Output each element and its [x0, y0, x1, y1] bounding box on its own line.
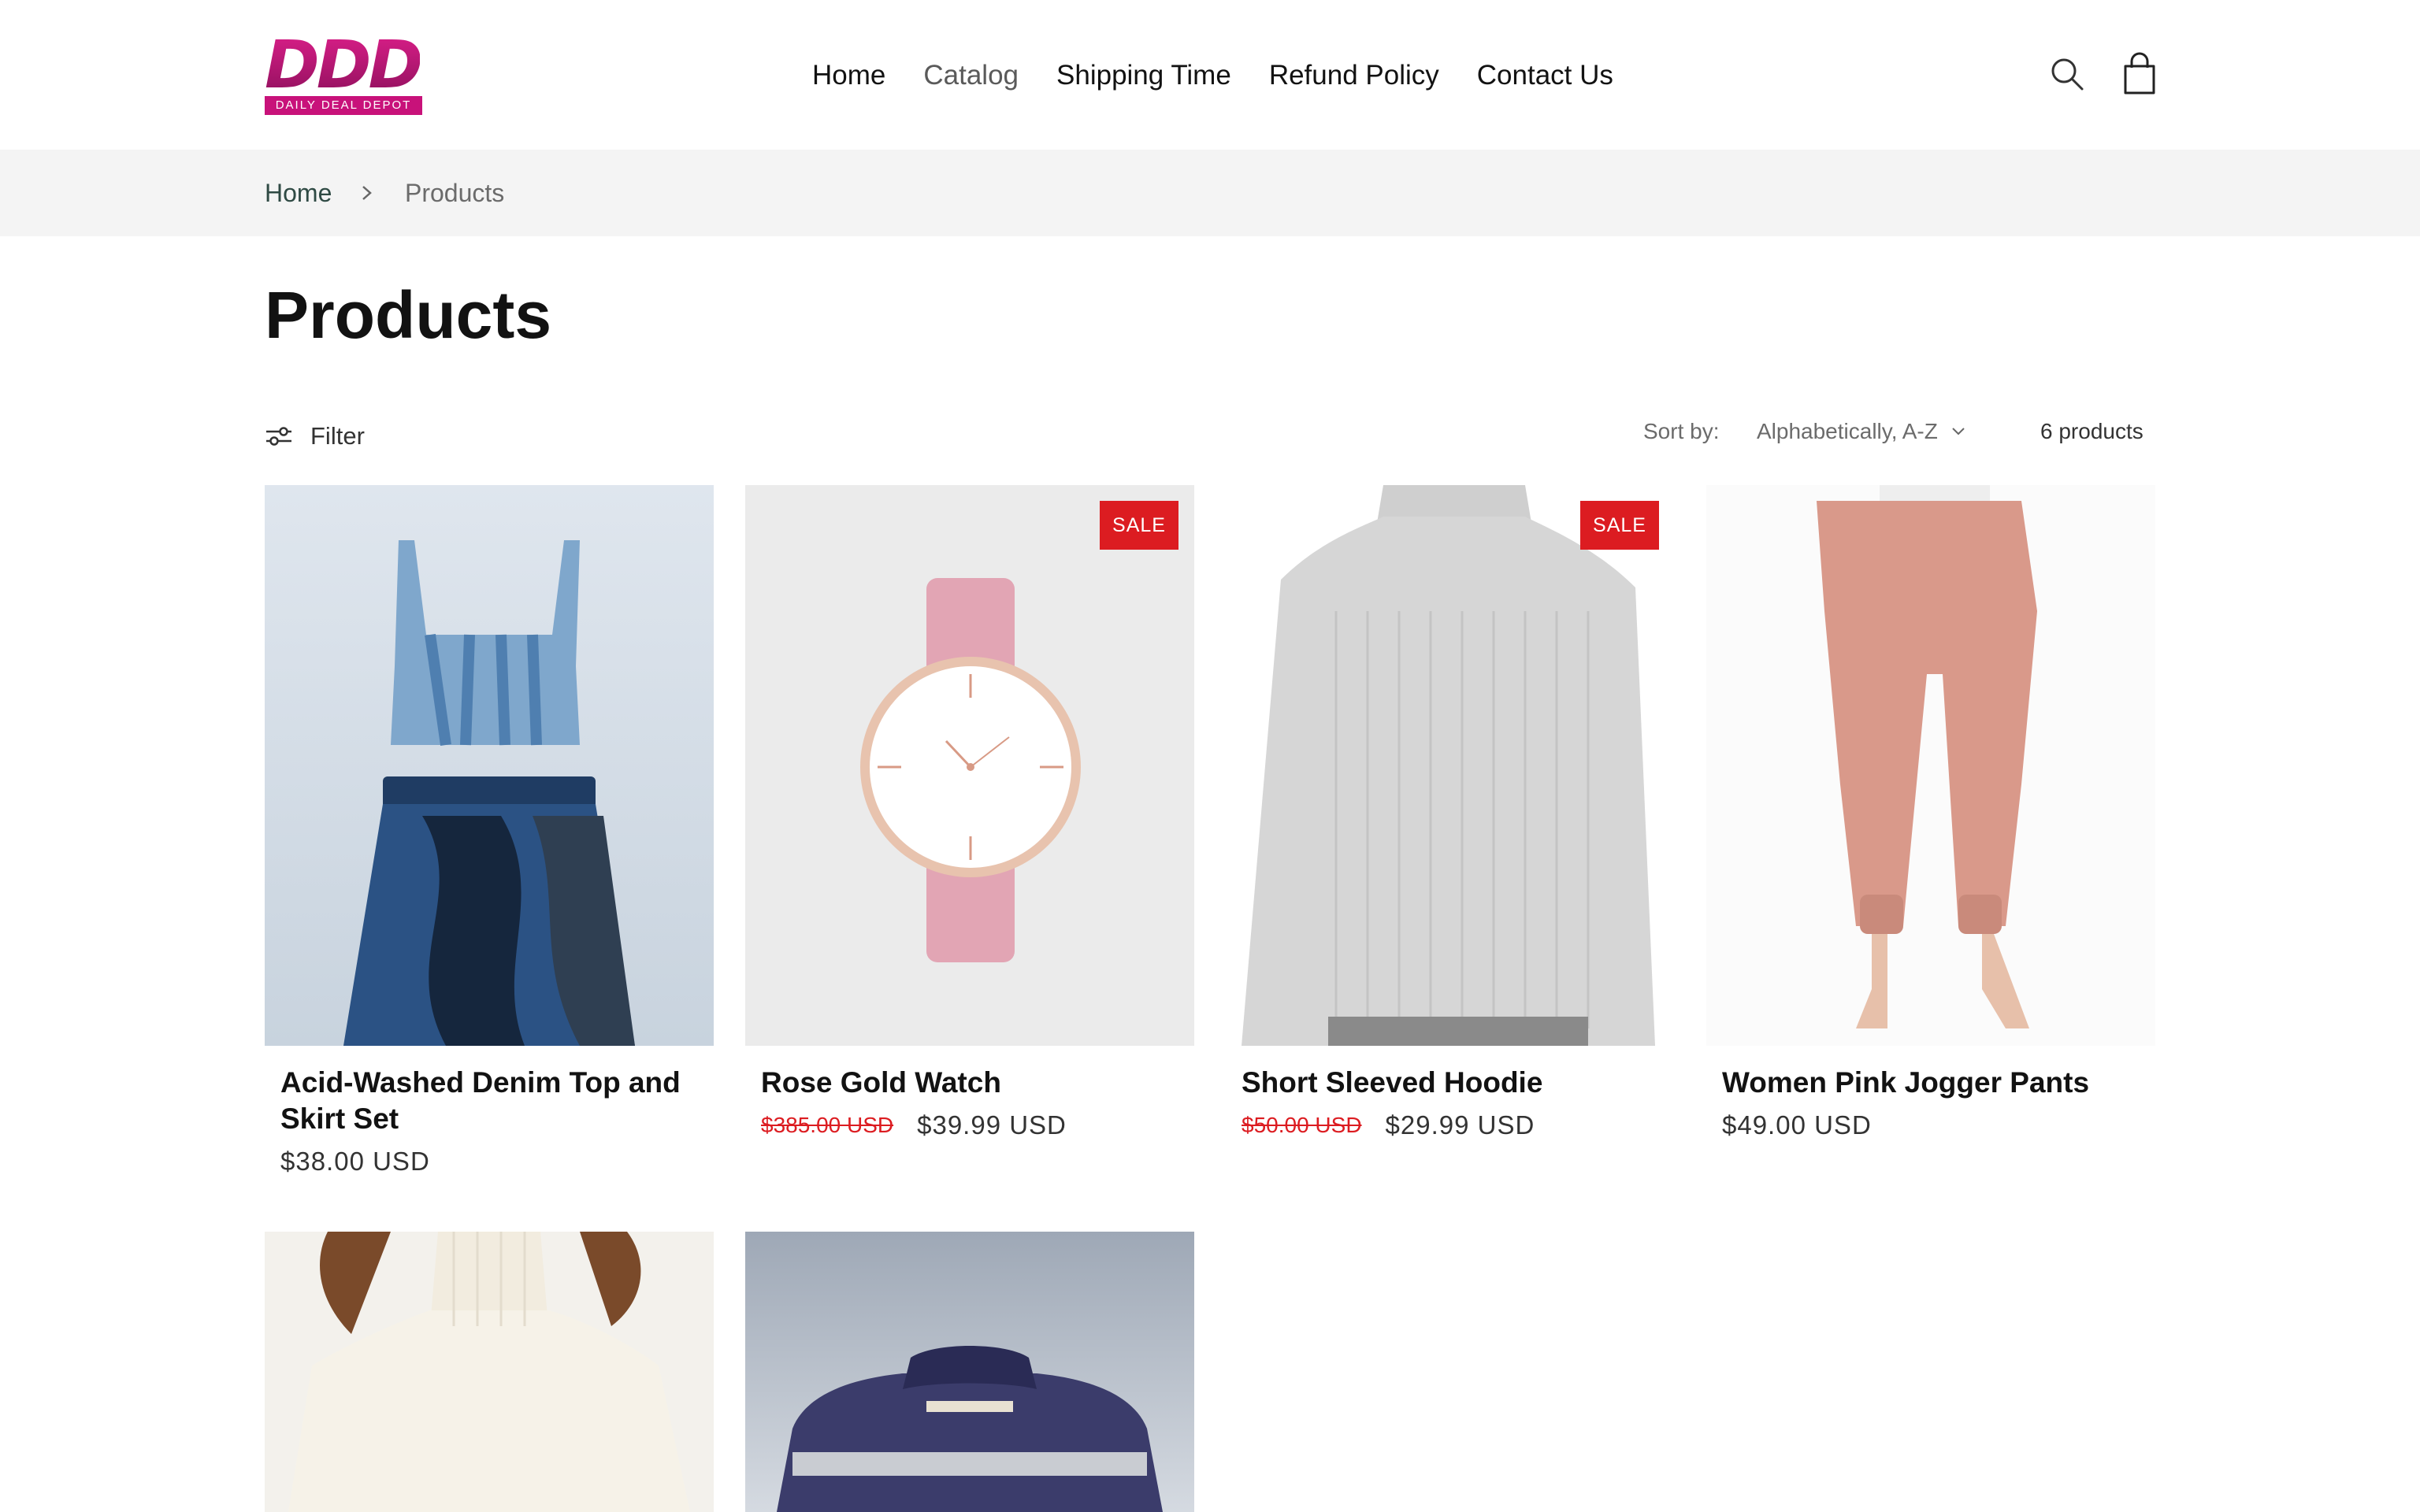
page-title: Products [265, 278, 552, 352]
product-image-denim-set[interactable] [265, 485, 714, 1046]
cart-icon[interactable] [2121, 52, 2158, 96]
nav-home[interactable]: Home [812, 52, 885, 99]
price-row: $49.00 USD [1722, 1107, 1872, 1143]
filter-label: Filter [310, 422, 365, 450]
sort-dropdown[interactable]: Alphabetically, A-Z [1757, 416, 1966, 447]
product-title[interactable]: Women Pink Jogger Pants [1722, 1065, 2147, 1101]
nav-catalog[interactable]: Catalog [923, 52, 1019, 99]
search-icon[interactable] [2048, 55, 2086, 93]
product-count: 6 products [2040, 419, 2143, 443]
chevron-down-icon [1952, 428, 1965, 435]
product-price: $38.00 USD [280, 1147, 430, 1176]
logo-subtitle: DAILY DEAL DEPOT [265, 96, 422, 115]
main-nav: Home Catalog Shipping Time Refund Policy… [812, 52, 1613, 99]
sale-badge: SALE [1100, 501, 1178, 550]
price-row: $50.00 USD $29.99 USD [1242, 1107, 1535, 1143]
product-image-women-pink-jogger-pants[interactable] [1706, 485, 2155, 1046]
filter-button[interactable]: Filter [265, 421, 365, 452]
product-image-white-turtleneck[interactable] [265, 1232, 714, 1512]
breadcrumb-home[interactable]: Home [265, 175, 332, 211]
compare-price: $50.00 USD [1242, 1113, 1362, 1137]
chevron-right-icon [358, 180, 377, 206]
price-row: $38.00 USD [280, 1143, 430, 1180]
product-image-rose-gold-watch[interactable]: SALE [745, 485, 1194, 1046]
price-row: $385.00 USD $39.99 USD [761, 1107, 1067, 1143]
product-title[interactable]: Short Sleeved Hoodie [1242, 1065, 1667, 1101]
brand-logo[interactable]: DDD DAILY DEAL DEPOT [265, 26, 423, 117]
product-title[interactable]: Acid-Washed Denim Top and Skirt Set [280, 1065, 706, 1137]
product-price: $29.99 USD [1385, 1110, 1535, 1140]
product-title[interactable]: Rose Gold Watch [761, 1065, 1186, 1101]
nav-shipping-time[interactable]: Shipping Time [1056, 52, 1231, 99]
breadcrumb: Home Products [0, 150, 2420, 236]
sale-badge: SALE [1580, 501, 1659, 550]
breadcrumb-current: Products [405, 179, 505, 207]
filter-icon [266, 427, 291, 446]
product-price: $49.00 USD [1722, 1110, 1872, 1140]
compare-price: $385.00 USD [761, 1113, 894, 1137]
sort-value: Alphabetically, A-Z [1757, 419, 1938, 443]
site-header: DDD DAILY DEAL DEPOT Home Catalog Shippi… [0, 0, 2420, 150]
product-image-striped-sweater[interactable] [745, 1232, 1194, 1512]
nav-refund-policy[interactable]: Refund Policy [1269, 52, 1439, 99]
nav-contact-us[interactable]: Contact Us [1477, 52, 1613, 99]
sort-label: Sort by: [1643, 419, 1720, 443]
logo-wordmark: DDD [265, 26, 423, 103]
product-image-short-sleeved-hoodie[interactable]: SALE [1226, 485, 1675, 1046]
product-price: $39.99 USD [917, 1110, 1067, 1140]
